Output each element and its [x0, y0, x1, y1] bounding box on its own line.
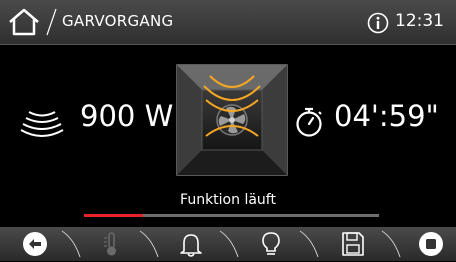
alarm-button[interactable]	[176, 230, 206, 258]
light-button[interactable]	[256, 230, 286, 258]
toolbar-divider	[299, 230, 319, 258]
info-icon	[367, 12, 389, 34]
back-button[interactable]	[20, 230, 50, 258]
stop-button[interactable]	[416, 230, 446, 258]
bottom-toolbar	[0, 227, 456, 261]
clock: 12:31	[395, 11, 444, 31]
timer-value[interactable]: 04':59"	[334, 99, 439, 133]
bell-icon	[180, 234, 202, 257]
toolbar-divider	[139, 230, 159, 258]
toolbar-divider	[61, 230, 81, 258]
header-divider	[46, 8, 57, 36]
info-button[interactable]	[367, 12, 389, 34]
lightbulb-icon	[262, 232, 280, 255]
toolbar-divider	[381, 230, 401, 258]
progress-fill	[84, 214, 143, 217]
progress-bar	[84, 214, 379, 217]
microwave-power-icon	[20, 111, 64, 137]
save-button[interactable]	[338, 230, 368, 258]
temperature-button	[96, 230, 126, 258]
home-button[interactable]	[6, 7, 42, 37]
stop-icon	[419, 232, 443, 256]
power-value[interactable]: 900 W	[80, 99, 173, 133]
status-text: Funktion läuft	[180, 192, 276, 208]
page-title: GARVORGANG	[62, 12, 174, 30]
stopwatch-icon	[296, 107, 322, 137]
thermometer-icon	[104, 232, 116, 256]
header-bar: GARVORGANG 12:31	[0, 0, 456, 45]
home-icon	[9, 8, 39, 36]
toolbar-divider	[219, 230, 239, 258]
save-icon	[342, 232, 364, 256]
oven-fan-icon	[176, 64, 288, 176]
oven-cavity-illustration	[176, 64, 288, 176]
back-icon	[23, 232, 47, 256]
